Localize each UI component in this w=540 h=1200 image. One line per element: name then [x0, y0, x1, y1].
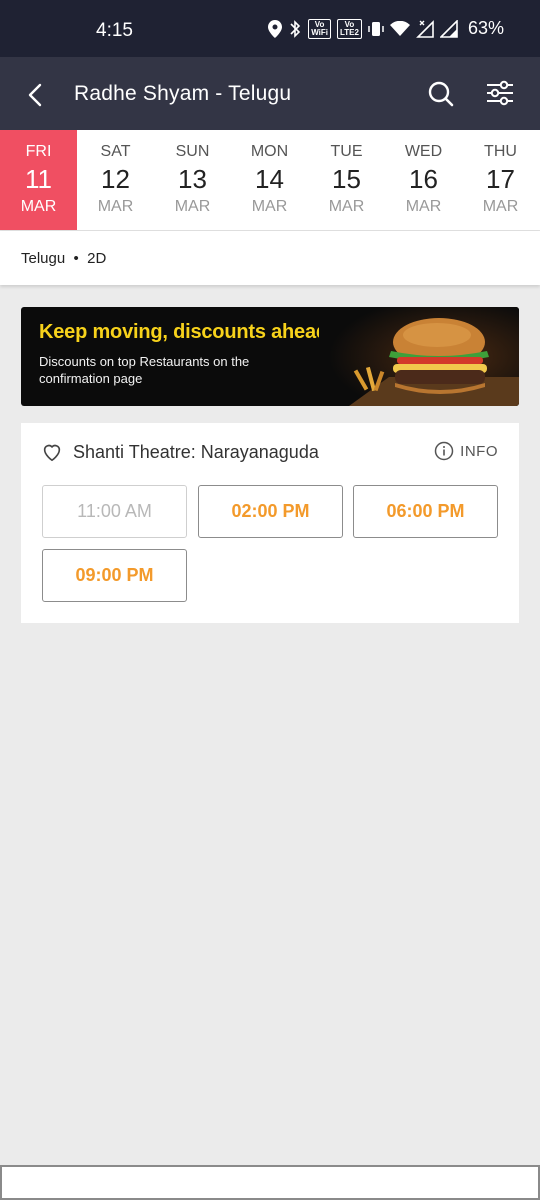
- date-item-sat-12[interactable]: SAT 12 MAR: [77, 130, 154, 230]
- status-icons: Vo WiFi Vo LTE2 63%: [268, 18, 504, 39]
- showtime-button-1100am[interactable]: 11:00 AM: [42, 485, 187, 538]
- date-month: MAR: [97, 198, 134, 215]
- date-number: 17: [486, 164, 515, 194]
- date-day: THU: [484, 143, 517, 160]
- date-item-tue-15[interactable]: TUE 15 MAR: [308, 130, 385, 230]
- date-day: TUE: [330, 143, 363, 160]
- date-number: 11: [25, 164, 52, 194]
- info-label: INFO: [460, 442, 498, 460]
- banner-headline: Keep moving, discounts ahead!: [39, 321, 335, 343]
- signal-icon: [439, 19, 458, 38]
- date-number: 16: [409, 164, 438, 194]
- date-selector: FRI 11 MAR SAT 12 MAR SUN 13 MAR MON 14 …: [0, 130, 540, 231]
- date-month: MAR: [251, 198, 288, 215]
- date-item-thu-17[interactable]: THU 17 MAR: [462, 130, 539, 230]
- volte-badge: Vo LTE2: [337, 18, 362, 39]
- showtime-button-0600pm[interactable]: 06:00 PM: [353, 485, 498, 538]
- favorite-button[interactable]: [41, 441, 63, 463]
- bluetooth-icon: [290, 19, 301, 38]
- search-icon: [428, 81, 454, 107]
- search-button[interactable]: [426, 79, 456, 109]
- date-day: WED: [404, 143, 443, 160]
- page-title: Radhe Shyam - Telugu: [74, 82, 292, 105]
- date-day: MON: [250, 143, 289, 160]
- promo-banner[interactable]: Keep moving, discounts ahead! Discounts …: [21, 307, 519, 406]
- info-icon: [434, 441, 454, 461]
- back-button[interactable]: [20, 79, 52, 111]
- wifi-icon: [389, 20, 410, 36]
- theatre-name: Shanti Theatre: Narayanaguda: [73, 442, 319, 462]
- date-month: MAR: [20, 198, 57, 215]
- date-month: MAR: [405, 198, 442, 215]
- date-number: 15: [332, 164, 361, 194]
- filter-button[interactable]: [484, 77, 516, 109]
- burger-image: [319, 307, 519, 406]
- date-day: SAT: [100, 143, 131, 160]
- date-number: 13: [178, 164, 207, 194]
- date-item-mon-14[interactable]: MON 14 MAR: [231, 130, 308, 230]
- bottom-bar: [0, 1165, 540, 1200]
- banner-subtext: Discounts on top Restaurants on the conf…: [39, 354, 250, 386]
- date-month: MAR: [482, 198, 519, 215]
- showtime-button-0200pm[interactable]: 02:00 PM: [198, 485, 343, 538]
- date-number: 14: [255, 164, 284, 194]
- date-item-fri-11[interactable]: FRI 11 MAR: [0, 130, 77, 230]
- app-bar: Radhe Shyam - Telugu: [0, 57, 540, 130]
- signal-x-icon: [416, 19, 434, 38]
- battery-percent: 63%: [467, 18, 504, 38]
- showtime-button-0900pm[interactable]: 09:00 PM: [42, 549, 187, 602]
- back-arrow-icon: [28, 83, 42, 107]
- heart-icon: [43, 444, 61, 462]
- status-bar: 4:15 Vo WiFi Vo LTE2 63%: [0, 0, 540, 57]
- info-button[interactable]: INFO: [434, 441, 498, 461]
- date-month: MAR: [328, 198, 365, 215]
- theatre-card: Shanti Theatre: Narayanaguda INFO 11:00 …: [21, 423, 519, 623]
- filter-icon: [487, 80, 513, 106]
- date-item-sun-13[interactable]: SUN 13 MAR: [154, 130, 231, 230]
- vowifi-badge: Vo WiFi: [308, 18, 331, 39]
- vibrate-icon: [368, 21, 384, 36]
- location-icon: [268, 19, 283, 38]
- date-day: SUN: [175, 143, 210, 160]
- date-day: FRI: [25, 143, 52, 160]
- date-item-wed-16[interactable]: WED 16 MAR: [385, 130, 462, 230]
- format-row: Telugu • 2D: [0, 231, 540, 285]
- status-time: 4:15: [96, 20, 133, 41]
- date-number: 12: [101, 164, 130, 194]
- language-format-label: Telugu • 2D: [21, 250, 107, 267]
- date-month: MAR: [174, 198, 211, 215]
